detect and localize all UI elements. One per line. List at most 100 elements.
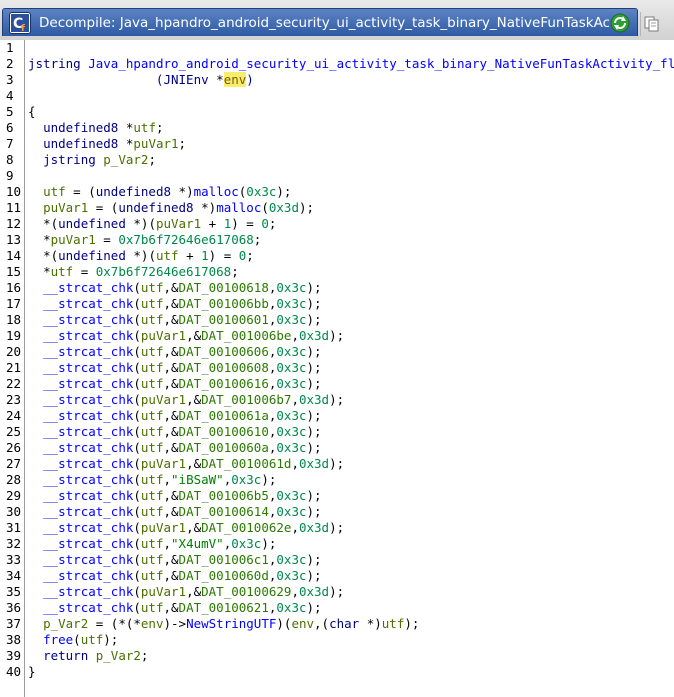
code-token: *)( (133, 248, 156, 263)
line-number: 26 (6, 440, 22, 455)
code-line[interactable]: __strcat_chk(utf,&DAT_00100616,0x3c); (28, 376, 668, 392)
code-line[interactable] (28, 168, 668, 184)
code-line[interactable]: puVar1 = (undefined8 *)malloc(0x3d); (28, 200, 668, 216)
code-token: __strcat_chk (43, 456, 134, 471)
code-token: DAT_001006be (201, 328, 292, 343)
code-line[interactable]: __strcat_chk(puVar1,&DAT_001006be,0x3d); (28, 328, 668, 344)
line-number: 3 (6, 72, 14, 87)
code-line[interactable]: free(utf); (28, 632, 668, 648)
code-token: NewStringUTF (186, 616, 277, 631)
refresh-button[interactable] (609, 12, 631, 34)
code-line[interactable]: __strcat_chk(utf,&DAT_001006bb,0x3c); (28, 296, 668, 312)
code-line[interactable]: __strcat_chk(puVar1,&DAT_00100629,0x3d); (28, 584, 668, 600)
code-line[interactable]: (JNIEnv *env) (28, 72, 668, 88)
code-line[interactable]: undefined8 *puVar1; (28, 136, 668, 152)
code-token: ,& (163, 344, 179, 359)
code-line[interactable]: __strcat_chk(utf,&DAT_00100608,0x3c); (28, 360, 668, 376)
decompiled-code[interactable]: jstring Java_hpandro_android_security_ui… (28, 40, 674, 680)
code-line[interactable]: *(undefined *)(utf + 1) = 0; (28, 248, 668, 264)
code-token: ); (404, 616, 420, 631)
code-token: ,& (163, 424, 179, 439)
code-token: 0x3c (276, 280, 307, 295)
code-token: ; (178, 136, 187, 151)
code-token: 0x3c (276, 408, 307, 423)
code-line[interactable]: utf = (undefined8 *)malloc(0x3c); (28, 184, 668, 200)
code-token: 0x3c (246, 184, 277, 199)
code-line[interactable]: return p_Var2; (28, 648, 668, 664)
code-line[interactable]: { (28, 104, 668, 120)
code-line[interactable]: __strcat_chk(utf,&DAT_0010061a,0x3c); (28, 408, 668, 424)
code-line[interactable] (28, 40, 668, 56)
code-line[interactable]: __strcat_chk(utf,&DAT_001006b5,0x3c); (28, 488, 668, 504)
code-line[interactable]: __strcat_chk(utf,"X4umV",0x3c); (28, 536, 668, 552)
code-token: ,& (163, 312, 179, 327)
code-editor[interactable]: 1 2 3 4 5 6 7 8 9 10 11 12 13 14 15 16 17 18 19 20 21 22 23 24 2… (0, 40, 674, 697)
code-token: ); (329, 328, 345, 343)
code-token: puVar1 (43, 200, 89, 215)
code-token: ); (306, 296, 322, 311)
code-token: ( (133, 472, 141, 487)
code-line[interactable]: __strcat_chk(utf,&DAT_0010060a,0x3c); (28, 440, 668, 456)
code-token: puVar1 (155, 216, 202, 231)
code-token: ; (155, 120, 164, 135)
line-number: 34 (6, 568, 22, 583)
line-number: 10 (6, 184, 22, 199)
line-number: 7 (6, 136, 14, 151)
code-line[interactable]: __strcat_chk(utf,&DAT_001006c1,0x3c); (28, 552, 668, 568)
code-line[interactable]: __strcat_chk(utf,&DAT_00100618,0x3c); (28, 280, 668, 296)
code-token: free (43, 632, 74, 647)
code-token: ( (133, 552, 141, 567)
code-token: puVar1 (133, 136, 179, 151)
code-token: __strcat_chk (43, 584, 134, 599)
code-line[interactable]: __strcat_chk(utf,&DAT_00100601,0x3c); (28, 312, 668, 328)
code-line[interactable] (28, 88, 668, 104)
code-token: , (291, 520, 299, 535)
decompile-tab[interactable]: C f Decompile: Java_hpandro_android_secu… (2, 8, 638, 36)
code-token: ( (133, 376, 141, 391)
code-token: ); (306, 504, 322, 519)
code-token: ,& (163, 600, 179, 615)
code-line[interactable]: *(undefined *)(puVar1 + 1) = 0; (28, 216, 668, 232)
copy-button[interactable] (642, 14, 662, 34)
code-line[interactable]: __strcat_chk(puVar1,&DAT_001006b7,0x3d); (28, 392, 668, 408)
code-token: DAT_0010060d (178, 568, 269, 583)
code-token: __strcat_chk (43, 408, 134, 423)
line-number: 27 (6, 456, 22, 471)
code-line[interactable]: __strcat_chk(puVar1,&DAT_0010062e,0x3d); (28, 520, 668, 536)
code-token: puVar1 (140, 328, 187, 343)
code-line[interactable]: __strcat_chk(utf,&DAT_00100614,0x3c); (28, 504, 668, 520)
code-line[interactable]: __strcat_chk(utf,&DAT_00100610,0x3c); (28, 424, 668, 440)
code-line[interactable]: jstring Java_hpandro_android_security_ui… (28, 56, 674, 72)
tab-title: Decompile: Java_hpandro_android_security… (39, 14, 609, 31)
copy-icon (644, 16, 659, 32)
code-token: 0x3d (298, 584, 330, 599)
code-token: undefined8 (95, 184, 179, 199)
code-token: ); (306, 600, 322, 615)
code-token: ); (103, 632, 119, 647)
code-token: __strcat_chk (43, 568, 134, 583)
code-line[interactable]: *utf = 0x7b6f72646e617068; (28, 264, 668, 280)
line-number: 24 (6, 408, 22, 423)
code-line[interactable]: undefined8 *utf; (28, 120, 668, 136)
code-line[interactable]: __strcat_chk(utf,&DAT_00100606,0x3c); (28, 344, 668, 360)
code-line[interactable]: *puVar1 = 0x7b6f72646e617068; (28, 232, 668, 248)
line-number: 4 (6, 88, 14, 103)
line-number: 14 (6, 248, 22, 263)
code-line[interactable]: __strcat_chk(utf,&DAT_0010060d,0x3c); (28, 568, 668, 584)
code-line[interactable]: __strcat_chk(utf,"iBSaW",0x3c); (28, 472, 668, 488)
code-line[interactable]: p_Var2 = (*(*env)->NewStringUTF)(env,(ch… (28, 616, 668, 632)
code-line[interactable]: jstring p_Var2; (28, 152, 668, 168)
code-token: 0x3d (298, 328, 330, 343)
code-line[interactable]: } (28, 664, 668, 680)
code-line[interactable]: __strcat_chk(utf,&DAT_00100621,0x3c); (28, 600, 668, 616)
line-number: 37 (6, 616, 22, 631)
code-token: ,& (163, 488, 179, 503)
code-line[interactable]: __strcat_chk(puVar1,&DAT_0010061d,0x3d); (28, 456, 668, 472)
